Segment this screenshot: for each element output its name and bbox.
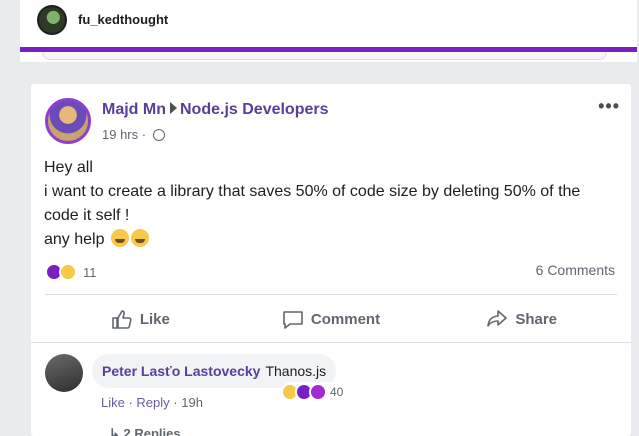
post-time[interactable]: 19 hrs ·: [102, 127, 150, 142]
author-name[interactable]: Majd Mn: [102, 101, 166, 118]
share-label: Share: [515, 310, 558, 328]
reaction-count: 11: [83, 264, 97, 280]
view-replies-link[interactable]: ↳ 2 Replies: [109, 426, 181, 436]
group-name[interactable]: Node.js Developers: [180, 101, 329, 118]
haha-reaction-icon: [59, 263, 77, 281]
comment-time[interactable]: 19h: [181, 395, 203, 410]
tongue-emoji-icon: [130, 229, 149, 247]
triangle-right-icon: [170, 102, 177, 114]
comment-links: Like · Reply · 19h: [101, 395, 203, 410]
post-line: Hey all: [44, 159, 93, 176]
love-reaction-icon: [309, 383, 327, 401]
comment-reply-link[interactable]: Reply: [136, 395, 169, 410]
share-button[interactable]: Share: [426, 300, 617, 338]
previous-post-edge: [20, 52, 637, 62]
author-avatar[interactable]: [45, 98, 91, 144]
globe-icon: [152, 129, 165, 141]
comment: Peter Lasťo Lastovecky Thanos.js 40 Like…: [31, 346, 631, 436]
profile-username[interactable]: fu_kedthought: [78, 12, 168, 27]
post-actions: Like Comment Share: [45, 300, 617, 338]
post-card: Majd Mn Node.js Developers 19 hrs · ••• H…: [31, 84, 631, 436]
comment-button[interactable]: Comment: [236, 300, 427, 338]
comment-reactions[interactable]: 40: [281, 382, 348, 402]
divider: [31, 342, 631, 343]
post-line: any help: [44, 228, 619, 252]
commenter-avatar[interactable]: [45, 354, 83, 392]
comment-reaction-count: 40: [330, 385, 344, 399]
profile-avatar[interactable]: [37, 5, 67, 35]
comment-label: Comment: [310, 310, 381, 328]
comment-text: Thanos.js: [265, 363, 327, 379]
tongue-emoji-icon: [110, 229, 129, 247]
comments-count[interactable]: 6 Comments: [536, 262, 615, 278]
divider: [45, 294, 617, 295]
thumbs-up-icon: [112, 310, 132, 329]
post-line: i want to create a library that saves 50…: [44, 183, 581, 224]
share-icon: [487, 310, 508, 327]
top-bar: fu_kedthought: [20, 0, 637, 52]
comment-icon: [283, 311, 303, 329]
like-button[interactable]: Like: [45, 300, 236, 338]
post-meta: 19 hrs ·: [102, 127, 165, 142]
post-header: Majd Mn Node.js Developers: [102, 101, 329, 119]
like-label: Like: [139, 310, 170, 328]
more-options-icon[interactable]: •••: [598, 96, 620, 117]
comment-like-link[interactable]: Like: [101, 395, 125, 410]
commenter-name[interactable]: Peter Lasťo Lastovecky: [102, 363, 260, 379]
post-reactions[interactable]: 11: [45, 262, 97, 282]
post-text: Hey all i want to create a library that …: [44, 156, 619, 252]
